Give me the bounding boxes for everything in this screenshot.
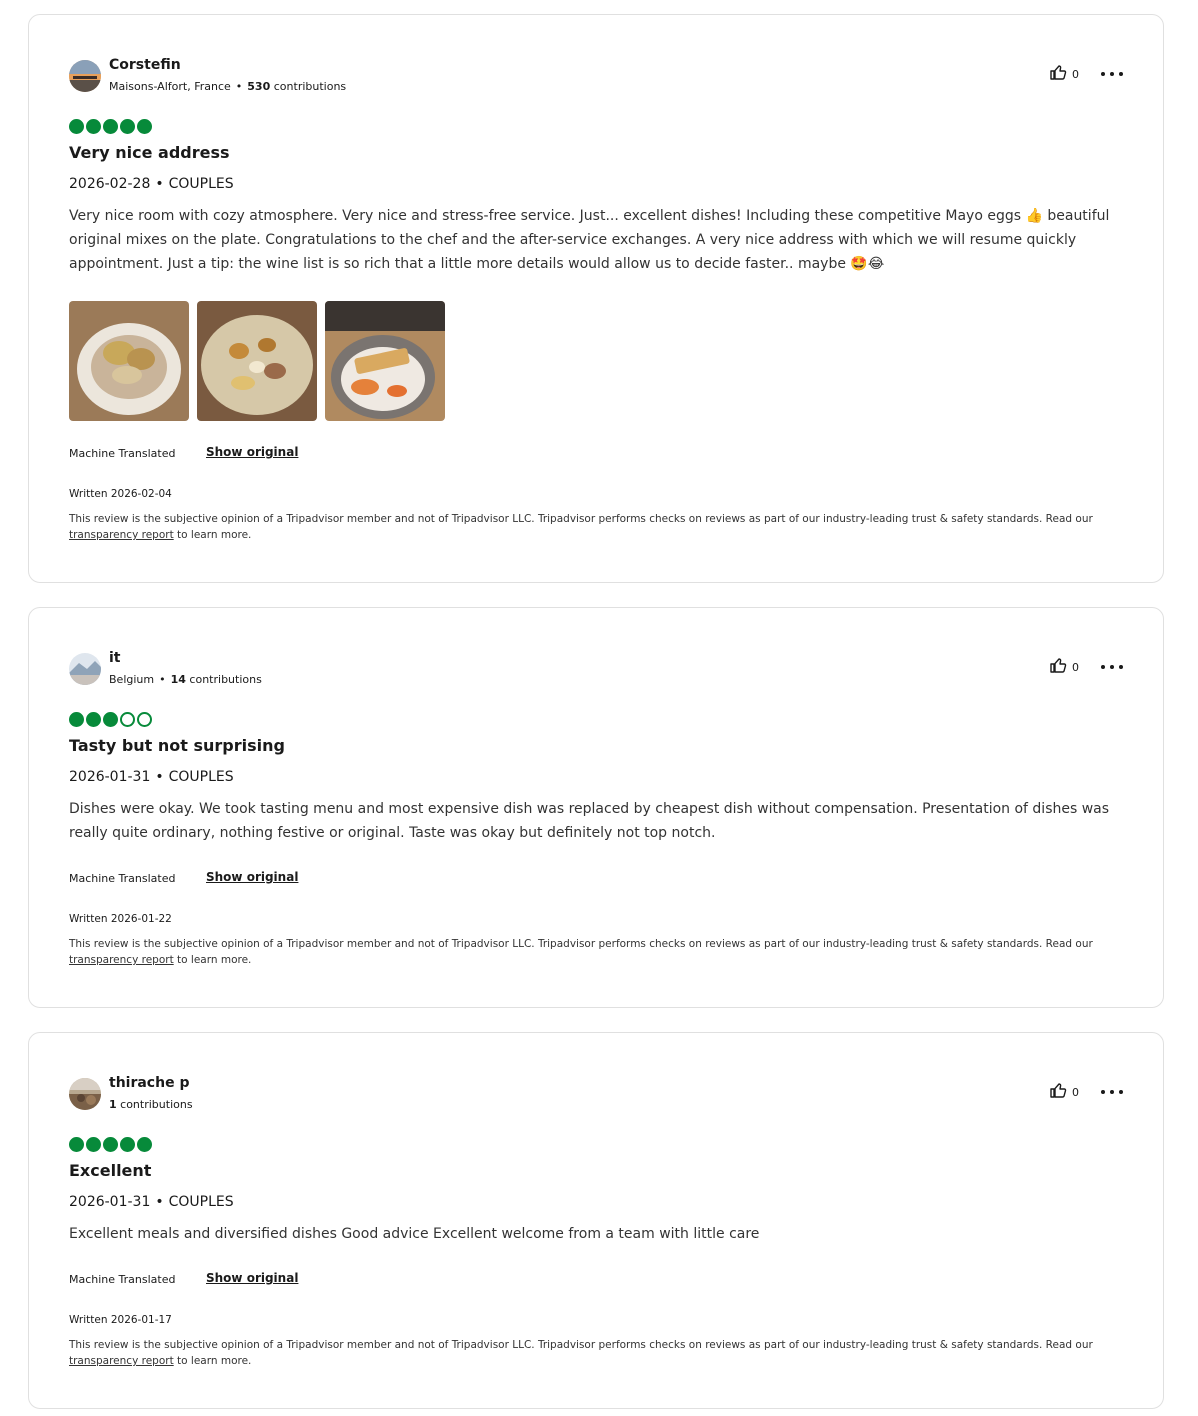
- machine-translated-label: Machine Translated: [69, 872, 176, 885]
- review-card: thirache p 1 contributions 0 Excellent 2…: [28, 1032, 1164, 1409]
- rating-bubble: [103, 119, 118, 134]
- contrib-count: 1: [109, 1098, 117, 1111]
- transparency-report-link[interactable]: transparency report: [69, 1355, 174, 1367]
- separator: •: [155, 176, 164, 192]
- rating-bubble: [69, 712, 84, 727]
- rating-bubble: [86, 1137, 101, 1152]
- written-date: Written 2026-02-04: [69, 488, 172, 500]
- rating-bubble: [120, 1137, 135, 1152]
- rating-bubble: [69, 119, 84, 134]
- review-photo[interactable]: [325, 301, 445, 421]
- rating-bubbles: [69, 119, 154, 134]
- review-title[interactable]: Tasty but not surprising: [69, 736, 285, 755]
- rating-bubble: [86, 119, 101, 134]
- helpful-count: 0: [1072, 660, 1079, 674]
- thumbs-up-icon: [1048, 62, 1068, 86]
- review-title[interactable]: Excellent: [69, 1161, 151, 1180]
- avatar[interactable]: [69, 60, 101, 92]
- disclaimer-text: This review is the subjective opinion of…: [69, 513, 1093, 525]
- avatar[interactable]: [69, 1078, 101, 1110]
- separator: •: [155, 769, 164, 785]
- contrib-count: 14: [170, 673, 186, 686]
- more-options-icon[interactable]: [1101, 657, 1123, 677]
- rating-bubble: [137, 1137, 152, 1152]
- rating-bubble: [137, 119, 152, 134]
- more-options-icon[interactable]: [1101, 1082, 1123, 1102]
- review-text: Excellent meals and diversified dishes G…: [69, 1226, 760, 1242]
- review-disclaimer: This review is the subjective opinion of…: [69, 1337, 1125, 1369]
- helpful-button[interactable]: 0: [1048, 655, 1079, 679]
- review-card: it Belgium • 14 contributions 0 Tasty but …: [28, 607, 1164, 1008]
- separator: •: [159, 673, 166, 686]
- user-meta: 1 contributions: [109, 1098, 193, 1111]
- separator: •: [155, 1194, 164, 1210]
- user-name[interactable]: Corstefin: [109, 57, 181, 73]
- rating-bubble: [86, 712, 101, 727]
- review-date: 2026-01-31: [69, 769, 151, 785]
- rating-bubble: [103, 1137, 118, 1152]
- rating-bubble: [120, 712, 135, 727]
- review-date-line: 2026-02-28 • COUPLES: [69, 176, 234, 192]
- user-meta: Belgium • 14 contributions: [109, 673, 262, 686]
- thumbs-up-icon: [1048, 1080, 1068, 1104]
- thumbs-up-icon: [1048, 655, 1068, 679]
- contrib-count: 530: [247, 80, 271, 93]
- disclaimer-text: This review is the subjective opinion of…: [69, 1339, 1093, 1351]
- rating-bubble: [120, 119, 135, 134]
- rating-bubbles: [69, 1137, 154, 1152]
- rating-bubbles: [69, 712, 154, 727]
- contrib-label: contributions: [120, 1098, 193, 1111]
- review-actions: 0: [1048, 655, 1123, 679]
- user-name[interactable]: thirache p: [109, 1075, 189, 1091]
- helpful-count: 0: [1072, 67, 1079, 81]
- user-location: Belgium: [109, 673, 155, 686]
- helpful-button[interactable]: 0: [1048, 62, 1079, 86]
- more-options-icon[interactable]: [1101, 64, 1123, 84]
- disclaimer-text-end: to learn more.: [177, 529, 252, 541]
- written-date: Written 2026-01-17: [69, 1314, 172, 1326]
- review-date-line: 2026-01-31 • COUPLES: [69, 1194, 234, 1210]
- review-actions: 0: [1048, 1080, 1123, 1104]
- review-photo[interactable]: [197, 301, 317, 421]
- contrib-label: contributions: [273, 80, 347, 93]
- machine-translated-label: Machine Translated: [69, 1273, 176, 1286]
- review-date: 2026-02-28: [69, 176, 151, 192]
- avatar[interactable]: [69, 653, 101, 685]
- disclaimer-text-end: to learn more.: [177, 954, 252, 966]
- review-text: Very nice room with cozy atmosphere. Ver…: [69, 208, 1110, 272]
- rating-bubble: [69, 1137, 84, 1152]
- rating-bubble: [137, 712, 152, 727]
- user-location: Maisons-Alfort, France: [109, 80, 231, 93]
- review-photo[interactable]: [69, 301, 189, 421]
- review-photos: [69, 301, 453, 421]
- trip-type: COUPLES: [168, 176, 234, 192]
- disclaimer-text: This review is the subjective opinion of…: [69, 938, 1093, 950]
- user-meta: Maisons-Alfort, France • 530 contributions: [109, 80, 346, 93]
- review-card: Corstefin Maisons-Alfort, France • 530 con…: [28, 14, 1164, 583]
- review-date: 2026-01-31: [69, 1194, 151, 1210]
- rating-bubble: [103, 712, 118, 727]
- show-original-link[interactable]: Show original: [206, 445, 298, 459]
- show-original-link[interactable]: Show original: [206, 1271, 298, 1285]
- trip-type: COUPLES: [168, 1194, 234, 1210]
- show-original-link[interactable]: Show original: [206, 870, 298, 884]
- separator: •: [235, 80, 243, 93]
- review-title[interactable]: Very nice address: [69, 143, 230, 162]
- written-date: Written 2026-01-22: [69, 913, 172, 925]
- review-actions: 0: [1048, 62, 1123, 86]
- review-disclaimer: This review is the subjective opinion of…: [69, 511, 1125, 543]
- review-disclaimer: This review is the subjective opinion of…: [69, 936, 1125, 968]
- review-text: Dishes were okay. We took tasting menu a…: [69, 801, 1110, 841]
- helpful-count: 0: [1072, 1085, 1079, 1099]
- contrib-label: contributions: [189, 673, 262, 686]
- machine-translated-label: Machine Translated: [69, 447, 176, 460]
- transparency-report-link[interactable]: transparency report: [69, 954, 174, 966]
- user-name[interactable]: it: [109, 650, 121, 666]
- disclaimer-text-end: to learn more.: [177, 1355, 252, 1367]
- transparency-report-link[interactable]: transparency report: [69, 529, 174, 541]
- trip-type: COUPLES: [168, 769, 234, 785]
- helpful-button[interactable]: 0: [1048, 1080, 1079, 1104]
- review-date-line: 2026-01-31 • COUPLES: [69, 769, 234, 785]
